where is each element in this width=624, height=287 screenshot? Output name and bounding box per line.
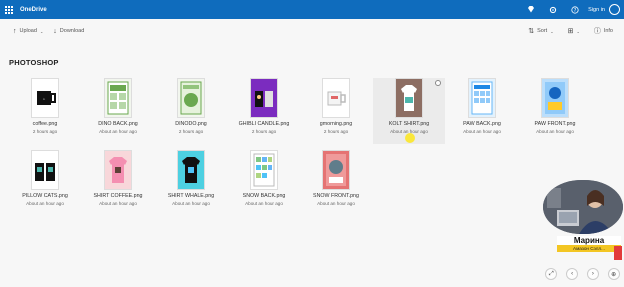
select-checkbox[interactable] (435, 80, 441, 86)
file-tile[interactable]: SHIRT WHALE.png About an hour ago (155, 150, 227, 216)
help-icon[interactable]: ? (564, 0, 586, 19)
file-modified-date: About an hour ago (463, 129, 501, 134)
cursor-highlight (405, 133, 415, 143)
app-title[interactable]: OneDrive (20, 7, 47, 13)
file-tile[interactable]: PILLOW CATS.png About an hour ago (9, 150, 81, 216)
file-tile[interactable]: PAW BACK.png About an hour ago (446, 78, 518, 144)
presenter-video (543, 180, 623, 234)
file-modified-date: 2 hours ago (178, 129, 204, 134)
video-controls: ⤢ ‹ › ⊕ (541, 264, 624, 284)
download-button[interactable]: ↓ Download (48, 28, 89, 35)
sign-in-link[interactable]: Sign in (588, 7, 605, 13)
file-tile[interactable]: ☕ coffee.png 2 hours ago (9, 78, 81, 144)
file-name[interactable]: gmorning.png (300, 121, 372, 127)
file-modified-date: About an hour ago (172, 201, 210, 206)
file-name[interactable]: KOLT SHIRT.png (373, 121, 445, 127)
file-name[interactable]: DINO BACK.png (82, 121, 154, 127)
info-label: Info (603, 28, 613, 34)
file-name[interactable]: SNOW BACK.png (228, 193, 300, 199)
sort-icon: ⇅ (528, 28, 535, 35)
file-tile[interactable]: SNOW FRONT.png About an hour ago (300, 150, 372, 216)
view-switcher-button[interactable]: ⊞ ⌄ (563, 27, 585, 35)
zoom-icon[interactable]: ⊕ (607, 268, 620, 280)
sort-button[interactable]: ⇅ Sort ⌄ (523, 27, 558, 35)
file-thumbnail[interactable] (250, 78, 278, 118)
file-name[interactable]: SHIRT COFFEE.png (82, 193, 154, 199)
presenter-name: Марина (557, 236, 621, 245)
file-name[interactable]: DINODO.png (155, 121, 227, 127)
info-icon: ⓘ (593, 28, 601, 35)
file-thumbnail[interactable] (322, 78, 350, 118)
file-name[interactable]: PAW FRONT.png (519, 121, 591, 127)
webcam-overlay: Марина Амазон Сэлл... ⤢ ‹ › ⊕ (541, 180, 624, 287)
folder-title: PHOTOSHOP (9, 58, 59, 67)
command-bar: ↑ Upload ⌄ ↓ Download ⇅ Sort ⌄ ⊞ ⌄ ⓘ Inf… (0, 19, 624, 43)
file-tile[interactable]: SNOW BACK.png About an hour ago (228, 150, 300, 216)
file-tile[interactable]: GHIBLI CANDLE.png 2 hours ago (228, 78, 300, 144)
red-tag (614, 246, 622, 260)
svg-text:☕: ☕ (43, 97, 46, 101)
upload-label: Upload (19, 28, 37, 34)
chevron-down-icon: ⌄ (550, 28, 554, 34)
file-name[interactable]: PILLOW CATS.png (9, 193, 81, 199)
file-tile[interactable]: DINODO.png 2 hours ago (155, 78, 227, 144)
file-thumbnail[interactable] (177, 150, 205, 190)
file-modified-date: About an hour ago (99, 129, 137, 134)
app-launcher-icon[interactable] (0, 0, 18, 19)
presenter-subtitle: Амазон Сэлл... (557, 245, 621, 252)
download-arrow-icon: ↓ (53, 27, 57, 35)
settings-gear-icon[interactable] (542, 0, 564, 19)
back-icon[interactable]: ‹ (566, 268, 579, 280)
file-thumbnail[interactable] (104, 78, 132, 118)
file-modified-date: 2 hours ago (32, 129, 58, 134)
file-thumbnail[interactable] (104, 150, 132, 190)
premium-diamond-icon[interactable] (520, 0, 542, 19)
upload-button[interactable]: ↑ Upload ⌄ (8, 28, 48, 35)
file-thumbnail[interactable] (250, 150, 278, 190)
file-thumbnail[interactable] (177, 78, 205, 118)
file-thumbnail[interactable] (541, 78, 569, 118)
account-avatar-icon[interactable] (609, 4, 620, 15)
file-modified-date: About an hour ago (99, 201, 137, 206)
file-modified-date: About an hour ago (536, 129, 574, 134)
file-thumbnail[interactable] (31, 150, 59, 190)
download-label: Download (59, 28, 85, 34)
file-thumbnail[interactable] (395, 78, 423, 118)
file-modified-date: About an hour ago (26, 201, 64, 206)
file-modified-date: 2 hours ago (323, 129, 349, 134)
upload-arrow-icon: ↑ (13, 27, 17, 35)
file-name[interactable]: SHIRT WHALE.png (155, 193, 227, 199)
file-tile[interactable]: DINO BACK.png About an hour ago (82, 78, 154, 144)
chevron-down-icon: ⌄ (39, 28, 44, 34)
file-tile[interactable]: SHIRT COFFEE.png About an hour ago (82, 150, 154, 216)
file-name[interactable]: SNOW FRONT.png (300, 193, 372, 199)
expand-icon[interactable]: ⤢ (545, 268, 558, 280)
file-modified-date: About an hour ago (317, 201, 355, 206)
file-modified-date: 2 hours ago (251, 129, 277, 134)
chevron-down-icon: ⌄ (576, 28, 580, 34)
file-thumbnail[interactable] (322, 150, 350, 190)
info-button[interactable]: ⓘ Info (589, 26, 618, 36)
file-modified-date: About an hour ago (245, 201, 283, 206)
file-name[interactable]: coffee.png (9, 121, 81, 127)
file-thumbnail[interactable] (468, 78, 496, 118)
file-name[interactable]: GHIBLI CANDLE.png (228, 121, 300, 127)
file-tile[interactable]: gmorning.png 2 hours ago (300, 78, 372, 144)
file-tile[interactable]: PAW FRONT.png About an hour ago (519, 78, 591, 144)
file-thumbnail[interactable]: ☕ (31, 78, 59, 118)
top-bar: OneDrive ? Sign in (0, 0, 624, 19)
sort-label: Sort (537, 28, 548, 34)
grid-view-icon: ⊞ (567, 28, 574, 35)
next-icon[interactable]: › (586, 268, 599, 280)
file-name[interactable]: PAW BACK.png (446, 121, 518, 127)
